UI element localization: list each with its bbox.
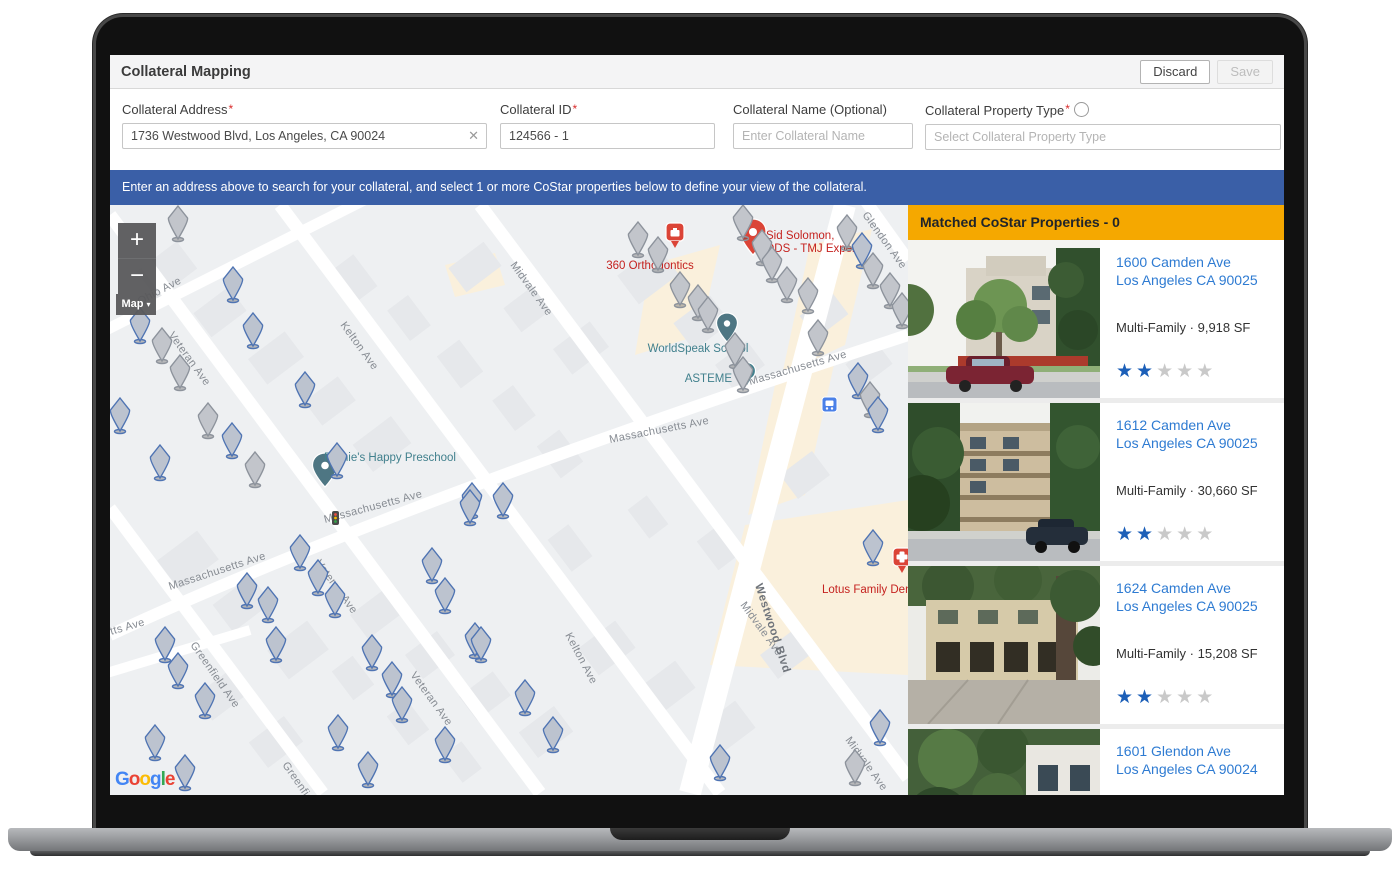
- property-card[interactable]: 1624 Camden Ave Los Angeles CA 90025 Mul…: [908, 566, 1284, 729]
- property-card[interactable]: 1600 Camden Ave Los Angeles CA 90025 Mul…: [908, 240, 1284, 403]
- property-card[interactable]: 1601 Glendon Ave Los Angeles CA 90024: [908, 729, 1284, 795]
- field-collateral-address: Collateral Address* ✕: [122, 102, 487, 149]
- svg-text:ASTEME: ASTEME: [685, 373, 733, 385]
- property-marker[interactable]: [167, 205, 189, 243]
- info-icon[interactable]: [1073, 102, 1089, 117]
- zoom-in-button[interactable]: +: [118, 223, 156, 258]
- collateral-form: Collateral Address* ✕ Collateral ID* Col…: [110, 89, 1284, 170]
- property-marker[interactable]: [357, 751, 379, 789]
- property-address-link[interactable]: 1600 Camden Ave Los Angeles CA 90025: [1116, 253, 1258, 289]
- laptop-base-notch: [610, 828, 790, 840]
- collateral-name-input[interactable]: [733, 123, 913, 149]
- property-marker[interactable]: [434, 577, 456, 615]
- map-zoom-controls: + −: [118, 223, 156, 294]
- instruction-banner: Enter an address above to search for you…: [110, 170, 1284, 205]
- property-marker[interactable]: [244, 451, 266, 489]
- required-asterisk: *: [228, 102, 234, 116]
- page-title: Collateral Mapping: [121, 63, 251, 80]
- map[interactable]: Ohio Ave Veteran Ave Veteran Ave Veteran…: [110, 205, 908, 795]
- svg-text:Lotus Family Den: Lotus Family Den: [822, 584, 908, 596]
- property-photo: [908, 566, 1100, 724]
- property-address-link[interactable]: 1601 Glendon Ave Los Angeles CA 90024: [1116, 742, 1258, 778]
- required-asterisk: *: [572, 102, 578, 116]
- collateral-property-type-input[interactable]: [925, 124, 1281, 150]
- collateral-name-label: Collateral Name (Optional): [733, 102, 887, 117]
- property-marker[interactable]: [627, 221, 649, 259]
- property-marker[interactable]: [327, 714, 349, 752]
- property-photo: [908, 240, 1100, 398]
- property-info: 1601 Glendon Ave Los Angeles CA 90024: [1100, 729, 1258, 795]
- property-marker[interactable]: [514, 679, 536, 717]
- clear-address-icon[interactable]: ✕: [468, 128, 479, 144]
- star-rating: ★★★★★: [1116, 687, 1217, 709]
- property-card[interactable]: 1612 Camden Ave Los Angeles CA 90025 Mul…: [908, 403, 1284, 566]
- property-marker[interactable]: [197, 402, 219, 440]
- property-marker[interactable]: [242, 312, 264, 350]
- collateral-id-input[interactable]: [500, 123, 715, 149]
- transit-station-icon[interactable]: [821, 396, 838, 413]
- property-address-link[interactable]: 1624 Camden Ave Los Angeles CA 90025: [1116, 579, 1258, 615]
- discard-button[interactable]: Discard: [1140, 59, 1211, 84]
- laptop-mockup: Collateral Mapping Discard Save Collater…: [0, 0, 1400, 894]
- traffic-light-icon: [332, 511, 339, 525]
- property-marker[interactable]: [361, 634, 383, 672]
- property-info: 1624 Camden Ave Los Angeles CA 90025 Mul…: [1100, 566, 1258, 724]
- property-address-link[interactable]: 1612 Camden Ave Los Angeles CA 90025: [1116, 416, 1258, 452]
- collateral-address-label: Collateral Address: [122, 102, 228, 117]
- field-collateral-property-type: Collateral Property Type*: [925, 102, 1281, 150]
- matched-properties-panel: Matched CoStar Properties - 0 1600 Camde…: [908, 205, 1284, 795]
- property-marker[interactable]: [144, 724, 166, 762]
- property-marker[interactable]: [421, 547, 443, 585]
- property-details: Multi-Family · 9,918 SF: [1116, 320, 1251, 336]
- property-list: 1600 Camden Ave Los Angeles CA 90025 Mul…: [908, 240, 1284, 795]
- matched-properties-header: Matched CoStar Properties - 0: [908, 205, 1284, 240]
- property-marker[interactable]: [149, 444, 171, 482]
- star-rating: ★★★★★: [1116, 361, 1217, 383]
- field-collateral-name: Collateral Name (Optional): [733, 102, 913, 149]
- zoom-out-button[interactable]: −: [118, 258, 156, 294]
- main-content: Ohio Ave Veteran Ave Veteran Ave Veteran…: [110, 205, 1284, 795]
- property-marker[interactable]: [221, 422, 243, 460]
- collateral-id-label: Collateral ID: [500, 102, 572, 117]
- property-info: 1600 Camden Ave Los Angeles CA 90025 Mul…: [1100, 240, 1258, 398]
- app-header: Collateral Mapping Discard Save: [110, 55, 1284, 89]
- property-details: Multi-Family · 15,208 SF: [1116, 646, 1258, 662]
- field-collateral-id: Collateral ID*: [500, 102, 715, 149]
- header-buttons: Discard Save: [1140, 59, 1273, 84]
- google-logo[interactable]: Google: [115, 769, 175, 791]
- required-asterisk: *: [1065, 102, 1070, 116]
- svg-text:Massachusetts Ave: Massachusetts Ave: [110, 616, 146, 655]
- caret-down-icon: ▾: [146, 300, 151, 309]
- collateral-property-type-label: Collateral Property Type: [925, 103, 1065, 118]
- collateral-mapping-app: Collateral Mapping Discard Save Collater…: [110, 55, 1284, 795]
- property-marker[interactable]: [776, 266, 798, 304]
- property-marker[interactable]: [174, 754, 196, 792]
- collateral-address-input[interactable]: [122, 123, 487, 149]
- laptop-base-shadow: [30, 851, 1370, 856]
- svg-text:Sid Solomon,: Sid Solomon,: [766, 230, 834, 242]
- svg-text:360 Orthodontics: 360 Orthodontics: [606, 260, 694, 272]
- property-marker[interactable]: [289, 534, 311, 572]
- map-canvas: Ohio Ave Veteran Ave Veteran Ave Veteran…: [110, 205, 908, 795]
- map-layer-dropdown[interactable]: Map ▾: [116, 294, 156, 315]
- star-rating: ★★★★★: [1116, 524, 1217, 546]
- save-button[interactable]: Save: [1217, 59, 1273, 84]
- property-details: Multi-Family · 30,660 SF: [1116, 483, 1258, 499]
- property-photo: [908, 403, 1100, 561]
- property-photo: [908, 729, 1100, 795]
- property-info: 1612 Camden Ave Los Angeles CA 90025 Mul…: [1100, 403, 1258, 561]
- property-marker[interactable]: [110, 397, 131, 435]
